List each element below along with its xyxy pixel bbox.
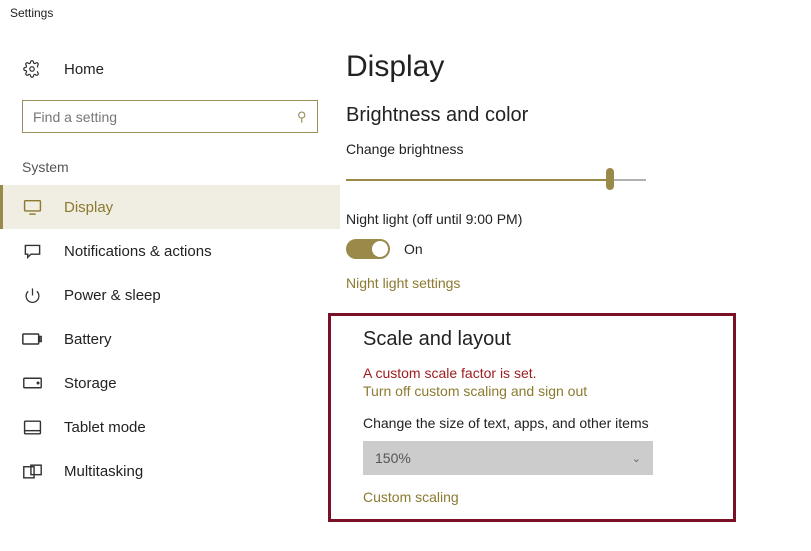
message-icon <box>22 242 42 260</box>
sidebar-item-storage[interactable]: Storage <box>0 361 340 405</box>
storage-icon <box>22 374 42 392</box>
sidebar-item-label: Multitasking <box>64 463 143 480</box>
sidebar-item-label: Storage <box>64 375 117 392</box>
sidebar-item-label: Battery <box>64 331 112 348</box>
scale-dropdown-label: Change the size of text, apps, and other… <box>363 415 719 431</box>
search-input[interactable]: ⚲ <box>22 100 318 133</box>
home-button[interactable]: Home <box>0 56 340 82</box>
sidebar-item-battery[interactable]: Battery <box>0 317 340 361</box>
search-icon: ⚲ <box>297 109 307 125</box>
night-light-settings-link[interactable]: Night light settings <box>346 275 811 291</box>
sidebar-group-label: System <box>0 159 340 185</box>
search-field[interactable] <box>33 109 297 125</box>
night-light-toggle[interactable] <box>346 239 390 259</box>
window-title: Settings <box>0 0 811 26</box>
power-icon <box>22 286 42 304</box>
battery-icon <box>22 330 42 348</box>
night-light-label: Night light (off until 9:00 PM) <box>346 211 811 227</box>
sidebar-item-tablet[interactable]: Tablet mode <box>0 405 340 449</box>
sidebar-item-label: Notifications & actions <box>64 243 212 260</box>
toggle-state-label: On <box>404 241 423 257</box>
scale-highlight-box: Scale and layout A custom scale factor i… <box>328 313 736 522</box>
multitask-icon <box>22 462 42 480</box>
main-panel: Display Brightness and color Change brig… <box>340 26 811 493</box>
brightness-slider[interactable] <box>346 169 646 189</box>
sidebar-item-label: Power & sleep <box>64 287 161 304</box>
slider-fill <box>346 179 610 181</box>
chevron-down-icon: ⌄ <box>632 452 641 465</box>
brightness-section: Brightness and color Change brightness N… <box>346 104 811 291</box>
sidebar-item-power[interactable]: Power & sleep <box>0 273 340 317</box>
section-heading: Brightness and color <box>346 104 811 127</box>
sidebar-item-notifications[interactable]: Notifications & actions <box>0 229 340 273</box>
custom-scaling-link[interactable]: Custom scaling <box>363 489 719 505</box>
sidebar: Home ⚲ System Display Notifications & ac… <box>0 26 340 493</box>
sidebar-item-label: Tablet mode <box>64 419 146 436</box>
sidebar-item-display[interactable]: Display <box>0 185 340 229</box>
scale-warning: A custom scale factor is set. <box>363 365 719 381</box>
slider-thumb[interactable] <box>606 168 614 190</box>
section-heading: Scale and layout <box>363 328 719 351</box>
toggle-knob <box>372 241 388 257</box>
brightness-label: Change brightness <box>346 141 811 157</box>
page-title: Display <box>346 50 811 84</box>
home-label: Home <box>64 61 104 78</box>
gear-icon <box>22 60 42 78</box>
monitor-icon <box>22 198 42 216</box>
sidebar-item-label: Display <box>64 199 113 216</box>
turn-off-scaling-link[interactable]: Turn off custom scaling and sign out <box>363 383 719 399</box>
sidebar-item-multitasking[interactable]: Multitasking <box>0 449 340 493</box>
tablet-icon <box>22 418 42 436</box>
dropdown-value: 150% <box>375 450 411 466</box>
scale-dropdown[interactable]: 150% ⌄ <box>363 441 653 475</box>
